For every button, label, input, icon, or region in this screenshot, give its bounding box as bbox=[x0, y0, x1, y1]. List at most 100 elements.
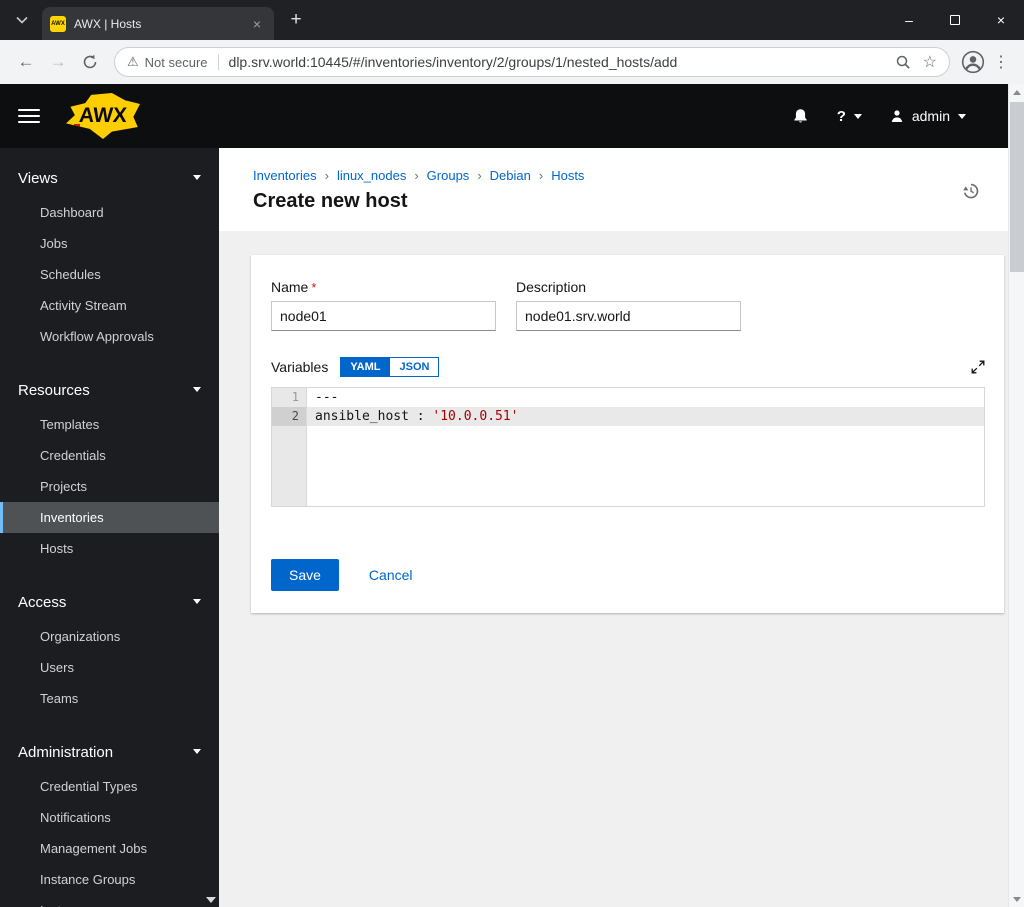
tab-close-icon[interactable]: × bbox=[248, 15, 266, 33]
section-label: Views bbox=[18, 170, 58, 187]
sidebar-section-access: Access Organizations Users Teams bbox=[0, 584, 219, 714]
nav-toggle-hamburger-icon[interactable] bbox=[18, 109, 40, 123]
sidebar-scroll-down-icon[interactable] bbox=[206, 897, 216, 903]
breadcrumb-separator: › bbox=[538, 168, 544, 183]
sidebar-item-templates[interactable]: Templates bbox=[0, 409, 219, 440]
expand-icon bbox=[971, 360, 985, 374]
yaml-toggle-button[interactable]: YAML bbox=[340, 357, 391, 377]
scrollbar-up-arrow[interactable] bbox=[1009, 84, 1024, 100]
activity-history-button[interactable] bbox=[962, 182, 980, 200]
breadcrumb: Inventories › linux_nodes › Groups › Deb… bbox=[253, 168, 984, 183]
not-secure-label[interactable]: Not secure bbox=[145, 55, 208, 70]
code-key: ansible_host : bbox=[315, 409, 433, 424]
sidebar-item-notifications[interactable]: Notifications bbox=[0, 802, 219, 833]
browser-menu-icon[interactable]: ⋮ bbox=[988, 47, 1014, 77]
sidebar-item-activity-stream[interactable]: Activity Stream bbox=[0, 290, 219, 321]
user-icon bbox=[891, 110, 903, 122]
sidebar-section-resources: Resources Templates Credentials Projects… bbox=[0, 372, 219, 564]
scrollbar-down-arrow[interactable] bbox=[1009, 891, 1024, 907]
notifications-button[interactable] bbox=[792, 108, 809, 125]
cancel-button[interactable]: Cancel bbox=[369, 567, 413, 583]
chevron-down-icon bbox=[958, 113, 966, 123]
user-menu[interactable]: admin bbox=[890, 108, 966, 124]
description-field-group: Description bbox=[516, 279, 741, 331]
profile-avatar-icon[interactable] bbox=[958, 47, 988, 77]
new-tab-button[interactable]: + bbox=[282, 6, 310, 34]
variables-mode-toggle: YAML JSON bbox=[340, 357, 440, 377]
sidebar-section-header-views[interactable]: Views bbox=[0, 160, 219, 197]
name-field-label: Name * bbox=[271, 279, 496, 295]
triangle-down-icon bbox=[1013, 896, 1021, 902]
awx-masthead: AWX ? admin bbox=[0, 84, 1008, 148]
window-maximize-button[interactable] bbox=[932, 0, 978, 40]
triangle-up-icon bbox=[1013, 89, 1021, 95]
history-icon bbox=[963, 183, 979, 199]
masthead-actions: ? admin bbox=[792, 108, 990, 125]
app-body: Views Dashboard Jobs Schedules Activity … bbox=[0, 148, 1008, 907]
section-label: Administration bbox=[18, 744, 114, 761]
required-asterisk: * bbox=[311, 280, 317, 295]
sidebar-item-dashboard[interactable]: Dashboard bbox=[0, 197, 219, 228]
awx-logo[interactable]: AWX bbox=[66, 93, 140, 139]
json-toggle-button[interactable]: JSON bbox=[390, 357, 440, 377]
breadcrumb-link-groups[interactable]: Groups bbox=[427, 168, 470, 183]
awx-logo-text: AWX bbox=[78, 104, 128, 127]
address-bar[interactable]: ⚠ Not secure dlp.srv.world:10445/#/inven… bbox=[114, 47, 950, 77]
back-button[interactable]: ← bbox=[10, 46, 42, 78]
help-menu[interactable]: ? bbox=[837, 108, 862, 125]
browser-tab[interactable]: AWX AWX | Hosts × bbox=[42, 7, 274, 40]
bell-icon bbox=[794, 108, 807, 122]
description-field-label: Description bbox=[516, 279, 587, 295]
expand-editor-button[interactable] bbox=[971, 360, 985, 374]
sidebar-section-header-resources[interactable]: Resources bbox=[0, 372, 219, 409]
sidebar-item-instances[interactable]: Instances bbox=[0, 895, 219, 907]
forward-button[interactable]: → bbox=[42, 46, 74, 78]
sidebar-item-teams[interactable]: Teams bbox=[0, 683, 219, 714]
breadcrumb-link-debian[interactable]: Debian bbox=[490, 168, 531, 183]
sidebar-item-schedules[interactable]: Schedules bbox=[0, 259, 219, 290]
breadcrumb-link-hosts[interactable]: Hosts bbox=[551, 168, 584, 183]
sidebar-item-hosts[interactable]: Hosts bbox=[0, 533, 219, 564]
sidebar-item-organizations[interactable]: Organizations bbox=[0, 621, 219, 652]
url-text[interactable]: dlp.srv.world:10445/#/inventories/invent… bbox=[229, 54, 883, 70]
page-scrollbar[interactable] bbox=[1008, 84, 1024, 907]
breadcrumb-link-inventories[interactable]: Inventories bbox=[253, 168, 317, 183]
sidebar-item-credential-types[interactable]: Credential Types bbox=[0, 771, 219, 802]
sidebar-item-credentials[interactable]: Credentials bbox=[0, 440, 219, 471]
breadcrumb-separator: › bbox=[324, 168, 329, 183]
breadcrumb-separator: › bbox=[414, 168, 419, 183]
variables-row: Variables YAML JSON bbox=[271, 357, 985, 377]
reload-button[interactable] bbox=[74, 46, 106, 78]
editor-code-area[interactable]: --- ansible_host : '10.0.0.51' bbox=[307, 388, 984, 506]
description-input[interactable] bbox=[516, 301, 741, 331]
code-line-2: ansible_host : '10.0.0.51' bbox=[307, 407, 984, 426]
user-name: admin bbox=[911, 108, 950, 124]
window-close-button[interactable]: × bbox=[978, 0, 1024, 40]
chevron-down-icon bbox=[193, 387, 201, 396]
not-secure-warning-icon: ⚠ bbox=[127, 54, 139, 69]
zoom-icon[interactable] bbox=[895, 54, 911, 70]
window-minimize-button[interactable]: – bbox=[886, 0, 932, 40]
sidebar-item-instance-groups[interactable]: Instance Groups bbox=[0, 864, 219, 895]
line-number: 1 bbox=[291, 390, 299, 404]
name-input[interactable] bbox=[271, 301, 496, 331]
code-line-1: --- bbox=[315, 390, 339, 405]
save-button[interactable]: Save bbox=[271, 559, 339, 591]
sidebar-item-projects[interactable]: Projects bbox=[0, 471, 219, 502]
tab-search-chevron-icon[interactable] bbox=[8, 6, 36, 34]
bookmark-star-icon[interactable]: ☆ bbox=[923, 52, 937, 72]
breadcrumb-link-linux-nodes[interactable]: linux_nodes bbox=[337, 168, 406, 183]
screen: AWX AWX | Hosts × + – × ← → ⚠ Not secure… bbox=[0, 0, 1024, 907]
omnibox-divider bbox=[217, 54, 219, 70]
scrollbar-thumb[interactable] bbox=[1010, 102, 1024, 272]
sidebar-item-workflow-approvals[interactable]: Workflow Approvals bbox=[0, 321, 219, 352]
sidebar-item-jobs[interactable]: Jobs bbox=[0, 228, 219, 259]
sidebar-item-users[interactable]: Users bbox=[0, 652, 219, 683]
sidebar-section-header-administration[interactable]: Administration bbox=[0, 734, 219, 771]
chevron-down-icon bbox=[193, 599, 201, 608]
sidebar-section-header-access[interactable]: Access bbox=[0, 584, 219, 621]
editor-line-gutter: 1 2 bbox=[272, 388, 307, 506]
sidebar-item-management-jobs[interactable]: Management Jobs bbox=[0, 833, 219, 864]
sidebar-item-inventories[interactable]: Inventories bbox=[0, 502, 219, 533]
chevron-down-icon bbox=[193, 175, 201, 184]
